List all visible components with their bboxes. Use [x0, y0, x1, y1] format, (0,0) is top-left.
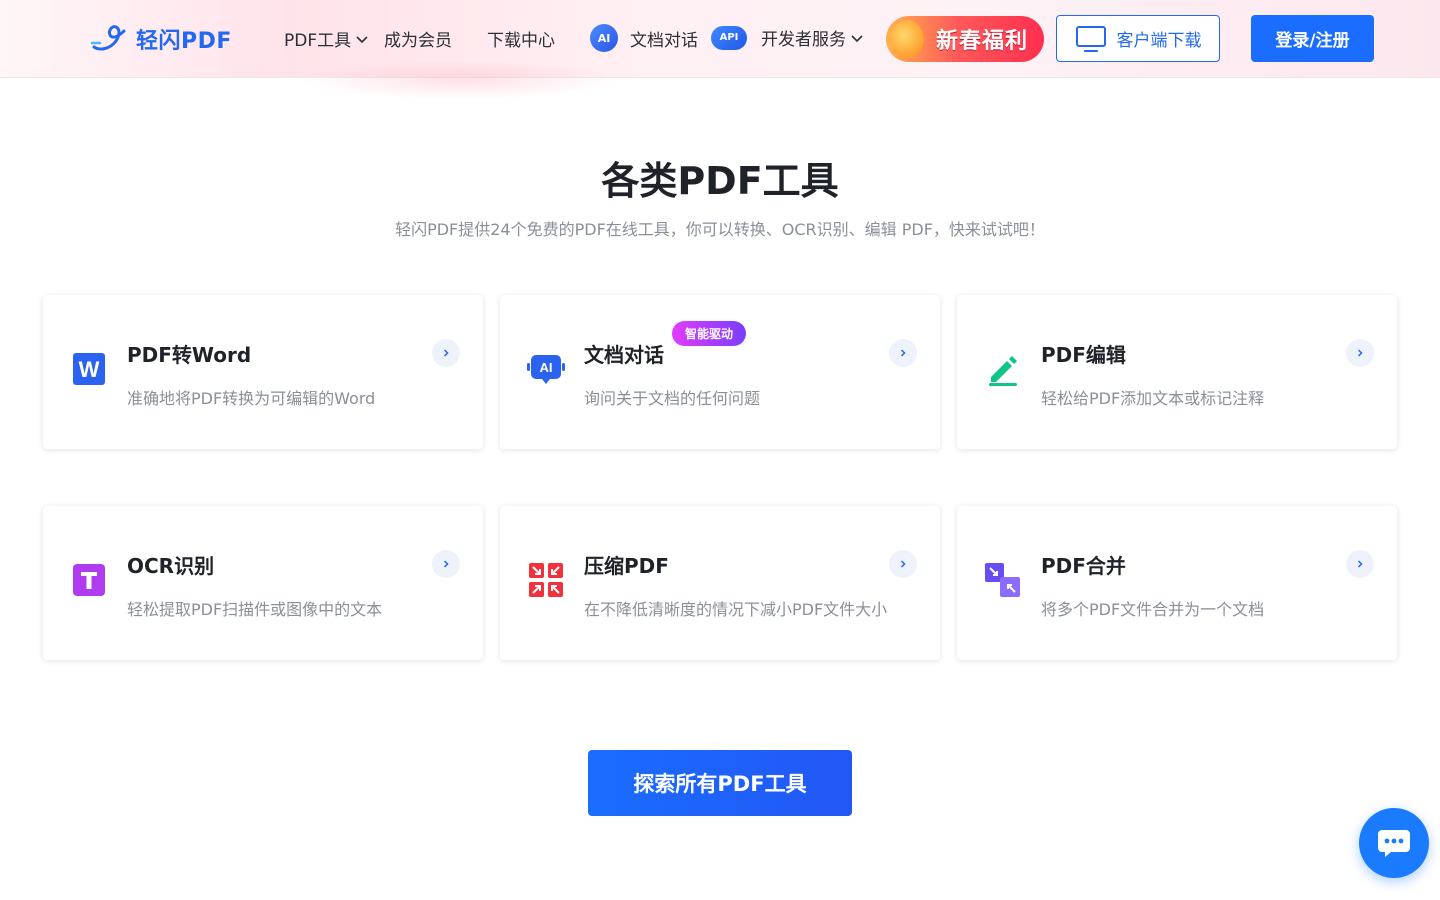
monitor-icon	[1075, 25, 1106, 52]
nav-pdf-tools-label: PDF工具	[284, 31, 352, 51]
tool-card-pdf-edit[interactable]: PDF编辑 轻松给PDF添加文本或标记注释	[957, 295, 1397, 449]
tool-card-title: 文档对话	[584, 343, 664, 367]
tool-card-title: PDF编辑	[1041, 343, 1126, 367]
login-register-button[interactable]: 登录/注册	[1251, 15, 1374, 62]
section-title: 各类PDF工具	[601, 159, 839, 203]
tool-card-compress[interactable]: 压缩PDF 在不降低清晰度的情况下减小PDF文件大小	[500, 506, 940, 660]
compress-icon	[526, 560, 566, 600]
chevron-right-icon[interactable]	[1346, 339, 1374, 367]
word-icon: W	[69, 349, 109, 389]
nav-membership[interactable]: 成为会员	[384, 26, 452, 51]
nav-doc-chat[interactable]: AI 文档对话	[590, 24, 698, 52]
logo-icon	[90, 25, 126, 51]
explore-all-tools-button[interactable]: 探索所有PDF工具	[588, 750, 852, 816]
tool-card-ocr[interactable]: OCR识别 轻松提取PDF扫描件或图像中的文本	[43, 506, 483, 660]
section-subtitle: 轻闪PDF提供24个免费的PDF在线工具，你可以转换、OCR识别、编辑 PDF，…	[395, 220, 1045, 239]
nav-developer-services[interactable]: API 开发者服务	[711, 25, 864, 50]
chevron-right-icon[interactable]	[889, 550, 917, 578]
tool-card-desc: 准确地将PDF转换为可编辑的Word	[127, 389, 376, 408]
merge-icon	[983, 560, 1023, 600]
tool-card-title: OCR识别	[127, 554, 215, 578]
logo[interactable]: 轻闪PDF	[90, 22, 232, 56]
nav-download-center[interactable]: 下载中心	[487, 26, 555, 51]
chevron-right-icon[interactable]	[432, 550, 460, 578]
tool-card-merge[interactable]: PDF合并 将多个PDF文件合并为一个文档	[957, 506, 1397, 660]
chevron-right-icon[interactable]	[889, 339, 917, 367]
client-download-button[interactable]: 客户端下载	[1056, 15, 1220, 62]
tool-card-title: 压缩PDF	[584, 554, 669, 578]
tool-card-desc: 在不降低清晰度的情况下减小PDF文件大小	[584, 600, 888, 619]
header-glow	[300, 60, 620, 100]
chevron-down-icon	[851, 34, 863, 42]
svg-text:W: W	[79, 357, 100, 382]
mascot-icon	[890, 20, 924, 58]
nav-doc-chat-label: 文档对话	[630, 30, 698, 51]
spring-promo-banner[interactable]: 新春福利	[886, 16, 1044, 62]
tool-card-title: PDF合并	[1041, 554, 1126, 578]
tool-card-desc: 轻松给PDF添加文本或标记注释	[1041, 389, 1265, 408]
tool-card-desc: 询问关于文档的任何问题	[584, 389, 761, 408]
chevron-right-icon[interactable]	[1346, 550, 1374, 578]
chevron-right-icon[interactable]	[432, 339, 460, 367]
nav-membership-label: 成为会员	[384, 31, 452, 51]
nav-developer-services-label: 开发者服务	[761, 30, 846, 50]
ocr-icon	[69, 560, 109, 600]
ai-chat-icon: AI	[526, 349, 566, 389]
promo-text: 新春福利	[935, 29, 1028, 54]
chat-support-button[interactable]	[1359, 808, 1429, 878]
api-badge-icon: API	[711, 25, 747, 50]
edit-icon	[983, 349, 1023, 389]
svg-text:AI: AI	[540, 360, 553, 375]
nav-pdf-tools[interactable]: PDF工具	[284, 26, 369, 51]
tool-card-desc: 将多个PDF文件合并为一个文档	[1041, 600, 1265, 619]
logo-text: 轻闪PDF	[136, 29, 232, 54]
smart-driven-badge: 智能驱动	[672, 321, 747, 346]
ai-badge-icon: AI	[590, 24, 618, 52]
chat-bubble-icon	[1378, 830, 1410, 857]
top-navbar: 轻闪PDF PDF工具 成为会员 下载中心 AI 文档对话 API 开发者服务 …	[0, 0, 1440, 100]
tool-card-doc-chat[interactable]: AI 文档对话 智能驱动 询问关于文档的任何问题	[500, 295, 940, 449]
tool-card-pdf-to-word[interactable]: W PDF转Word 准确地将PDF转换为可编辑的Word	[43, 295, 483, 449]
tool-card-desc: 轻松提取PDF扫描件或图像中的文本	[127, 600, 383, 619]
tool-card-title: PDF转Word	[127, 343, 252, 367]
nav-download-center-label: 下载中心	[487, 31, 555, 51]
client-download-label: 客户端下载	[1116, 31, 1202, 51]
chevron-down-icon	[356, 35, 368, 43]
